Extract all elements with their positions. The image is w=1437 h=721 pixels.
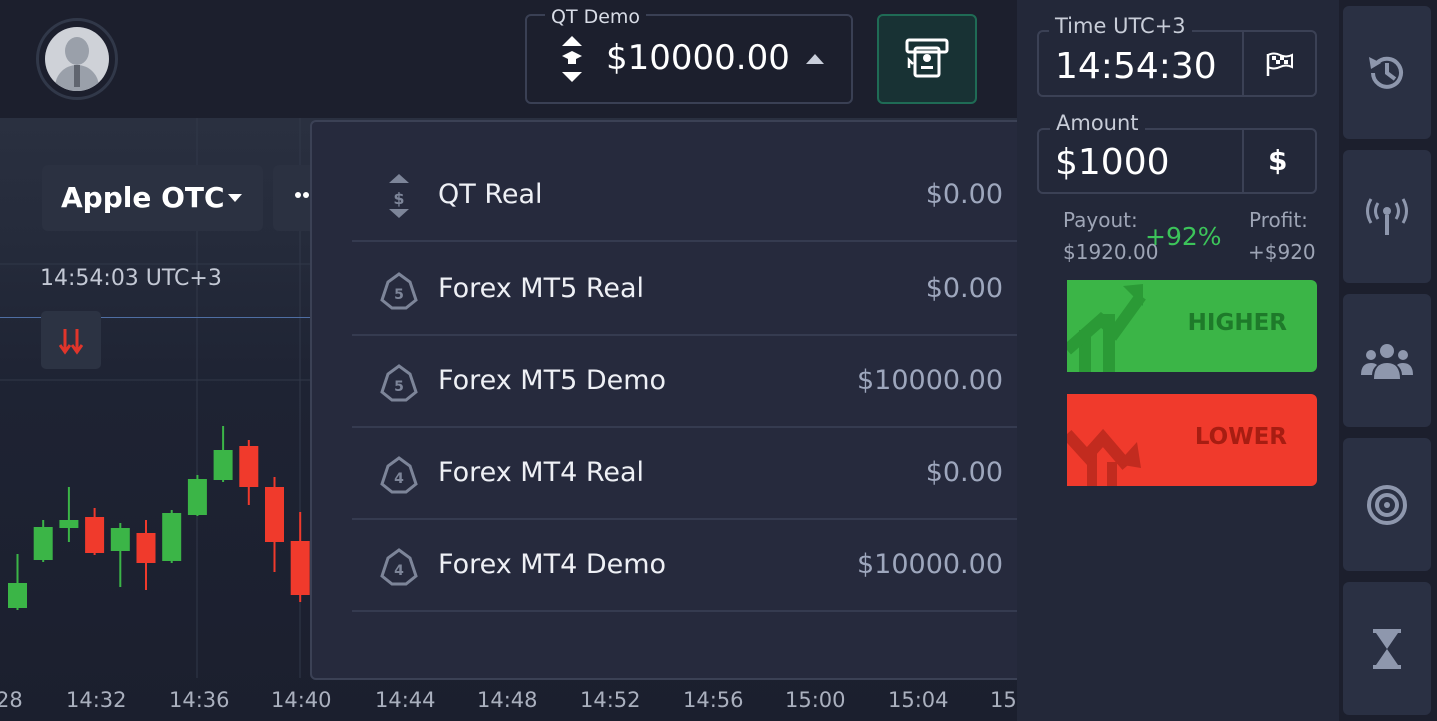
account-option-mt4-demo[interactable]: 4 Forex MT4 Demo $10000.00 (352, 520, 1029, 612)
payout-label: Payout: (1063, 208, 1138, 232)
account-option-balance: $0.00 (925, 179, 1003, 210)
account-option-mt5-real[interactable]: 5 Forex MT5 Real $0.00 (352, 244, 1029, 336)
lower-button[interactable]: LOWER (1067, 394, 1317, 486)
sidebar-pending-button[interactable] (1343, 582, 1431, 715)
time-axis-tick: 14:32 (66, 688, 127, 712)
amount-label: Amount (1050, 111, 1145, 135)
account-option-mt4-real[interactable]: 4 Forex MT4 Real $0.00 (352, 428, 1029, 520)
expiry-time-label: Time UTC+3 (1049, 14, 1192, 38)
cashier-icon (905, 38, 949, 78)
account-option-name: Forex MT5 Real (438, 273, 645, 304)
trend-down-icon (1067, 428, 1141, 486)
higher-button[interactable]: HIGHER (1067, 280, 1317, 372)
profit-value: +$920 (1248, 240, 1316, 264)
currency-symbol: $ (1268, 144, 1288, 177)
time-axis-tick: 14:40 (271, 688, 332, 712)
candle-body (136, 533, 156, 563)
account-option-balance: $10000.00 (856, 365, 1003, 396)
profit-label: Profit: (1249, 208, 1308, 232)
trade-direction-button[interactable] (41, 311, 101, 369)
candle-body (33, 527, 53, 560)
mt4-icon: 4 (380, 548, 418, 586)
account-option-name: QT Real (438, 179, 543, 210)
svg-text:5: 5 (394, 379, 404, 395)
cashier-button[interactable] (877, 14, 977, 104)
account-balance: $10000.00 (606, 38, 790, 78)
account-option-mt5-demo[interactable]: 5 Forex MT5 Demo $10000.00 (352, 336, 1029, 428)
time-axis-tick: 15:00 (785, 688, 846, 712)
target-icon (1367, 485, 1407, 525)
time-axis-tick: 28 (0, 688, 23, 712)
candle-body (265, 487, 284, 542)
avatar-icon (45, 27, 109, 91)
account-option-balance: $0.00 (925, 273, 1003, 304)
history-icon (1369, 56, 1403, 89)
account-option-name: Forex MT4 Demo (438, 549, 667, 580)
higher-label: HIGHER (1187, 310, 1287, 336)
expiry-time-value[interactable]: 14:54:30 (1055, 46, 1217, 87)
candle-body (110, 528, 130, 551)
payout-percent: +92% (1145, 222, 1222, 251)
svg-text:5: 5 (394, 287, 404, 303)
svg-text:4: 4 (394, 471, 404, 487)
sidebar-goals-button[interactable] (1343, 438, 1431, 571)
chevron-up-icon[interactable] (804, 52, 826, 66)
account-option-name: Forex MT4 Real (438, 457, 645, 488)
candle-body (187, 479, 207, 515)
account-option-name: Forex MT5 Demo (438, 365, 667, 396)
sidebar-social-button[interactable] (1343, 294, 1431, 427)
mt5-icon: 5 (380, 272, 418, 310)
sidebar-signals-button[interactable] (1343, 150, 1431, 283)
hourglass-icon (1373, 629, 1401, 669)
time-axis-tick: 14:52 (580, 688, 641, 712)
expiry-mode-button[interactable] (1244, 32, 1315, 95)
asset-selector[interactable]: Apple OTC (42, 165, 263, 231)
candle-body (213, 450, 233, 480)
candle-body (239, 446, 259, 487)
candle-body (59, 520, 79, 528)
candle-body (162, 513, 182, 561)
checkered-flag-icon (1266, 52, 1293, 76)
time-axis-tick: 14:56 (683, 688, 744, 712)
chart-current-time: 14:54:03 UTC+3 (40, 266, 222, 291)
time-axis-tick: 15:04 (888, 688, 949, 712)
more-icon (295, 192, 301, 198)
signals-icon (1366, 198, 1408, 235)
dollar-sort-icon: $ (389, 174, 409, 218)
currency-button[interactable]: $ (1244, 130, 1315, 192)
avatar[interactable] (36, 18, 118, 100)
amount-value[interactable]: $1000 (1055, 142, 1170, 183)
caret-down-icon (228, 194, 242, 202)
social-trading-icon (1361, 344, 1413, 379)
account-option-balance: $0.00 (925, 457, 1003, 488)
lower-label: LOWER (1194, 424, 1287, 450)
sidebar-history-button[interactable] (1343, 6, 1431, 139)
account-label: QT Demo (545, 6, 647, 28)
arrows-down-icon (59, 329, 83, 355)
account-option-qt-real[interactable]: $ QT Real $0.00 (352, 150, 1029, 242)
candle-body (8, 583, 27, 608)
trend-up-icon (1067, 284, 1146, 372)
time-axis-tick: 14:48 (477, 688, 538, 712)
candle-body (290, 541, 310, 595)
svg-text:$: $ (393, 189, 404, 208)
time-axis-tick: 14:44 (375, 688, 436, 712)
account-dropdown: $ QT Real $0.00 5 Forex MT5 Real $0.00 5… (310, 120, 1069, 680)
time-axis-tick: 14:36 (169, 688, 230, 712)
time-axis-tick: 15 (990, 688, 1017, 712)
graduation-sort-icon (562, 36, 582, 82)
account-option-balance: $10000.00 (856, 549, 1003, 580)
svg-text:4: 4 (394, 563, 404, 579)
mt5-icon: 5 (380, 364, 418, 402)
mt4-icon: 4 (380, 456, 418, 494)
asset-name: Apple OTC (61, 181, 225, 214)
top-header (0, 0, 1017, 118)
candle-body (85, 517, 105, 553)
